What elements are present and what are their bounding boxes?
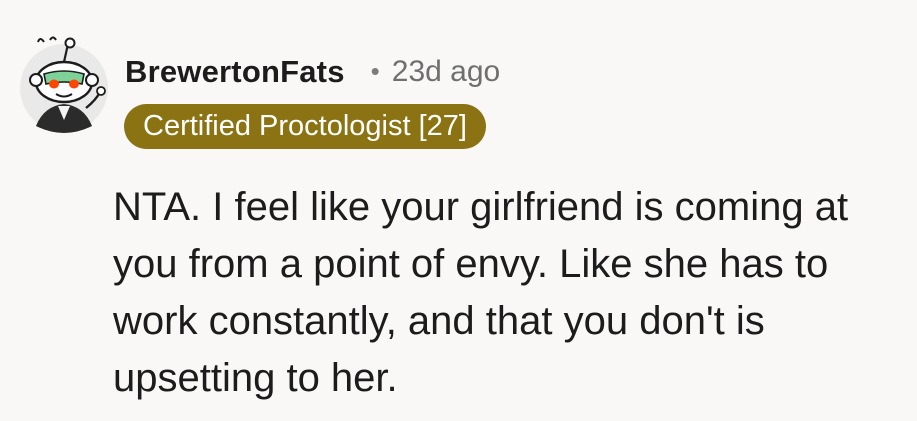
- comment-header: BrewertonFats • 23d ago: [125, 52, 500, 92]
- comment-body: NTA. I feel like your girlfriend is comi…: [113, 185, 849, 400]
- meta-separator: •: [370, 55, 380, 86]
- snoo-avatar-icon[interactable]: [14, 34, 114, 134]
- user-flair-badge: Certified Proctologist [27]: [124, 104, 486, 149]
- comment-age[interactable]: 23d ago: [392, 55, 500, 89]
- author-username[interactable]: BrewertonFats: [125, 54, 345, 90]
- comment: BrewertonFats • 23d ago Certified Procto…: [0, 0, 917, 421]
